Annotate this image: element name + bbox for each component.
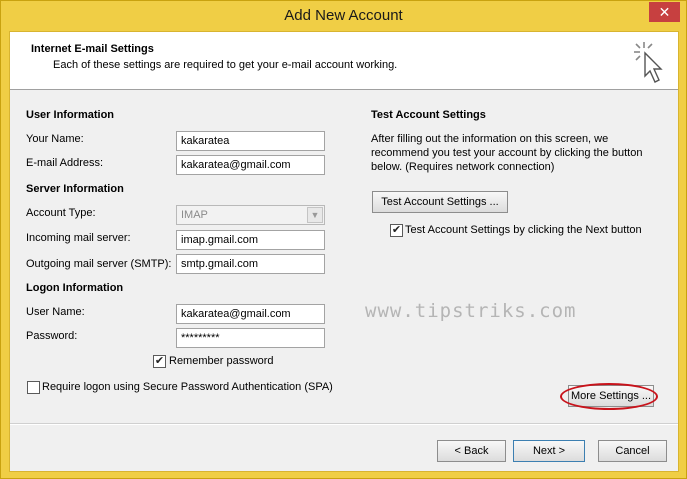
user-name-label: User Name: xyxy=(26,306,85,318)
test-account-settings-button[interactable]: Test Account Settings ... xyxy=(372,191,508,213)
header-title: Internet E-mail Settings xyxy=(31,43,154,55)
remember-password-label: Remember password xyxy=(169,355,274,367)
highlight-annotation xyxy=(560,383,658,410)
logon-info-heading: Logon Information xyxy=(26,282,124,294)
dialog-header: Internet E-mail Settings Each of these s… xyxy=(10,32,678,90)
cursor-click-icon xyxy=(634,42,663,83)
your-name-label: Your Name: xyxy=(26,133,84,145)
password-input[interactable]: ********* xyxy=(176,328,325,348)
incoming-server-input[interactable]: imap.gmail.com xyxy=(176,230,325,250)
chevron-down-icon: ▼ xyxy=(307,207,323,223)
auto-test-label: Test Account Settings by clicking the Ne… xyxy=(405,224,642,236)
account-type-label: Account Type: xyxy=(26,207,96,219)
add-new-account-window: Add New Account ✕ Internet E-mail Settin… xyxy=(0,0,687,479)
header-subtitle: Each of these settings are required to g… xyxy=(53,59,398,71)
test-settings-description: After filling out the information on thi… xyxy=(371,133,643,173)
email-address-input[interactable]: kakaratea@gmail.com xyxy=(176,155,325,175)
user-info-heading: User Information xyxy=(26,109,115,121)
footer-divider-highlight xyxy=(10,424,678,425)
password-label: Password: xyxy=(26,330,78,342)
test-settings-heading: Test Account Settings xyxy=(371,109,486,121)
spa-label: Require logon using Secure Password Auth… xyxy=(42,381,333,393)
user-name-input[interactable]: kakaratea@gmail.com xyxy=(176,304,325,324)
next-button[interactable]: Next > xyxy=(513,440,585,462)
outgoing-server-label: Outgoing mail server (SMTP): xyxy=(26,258,172,270)
email-address-label: E-mail Address: xyxy=(26,157,104,169)
account-type-select[interactable]: IMAP ▼ xyxy=(176,205,325,225)
server-info-heading: Server Information xyxy=(26,183,124,195)
your-name-input[interactable]: kakaratea xyxy=(176,131,325,151)
cancel-button[interactable]: Cancel xyxy=(598,440,667,462)
account-type-value: IMAP xyxy=(181,209,208,221)
remember-password-checkbox[interactable]: ✔ xyxy=(153,355,166,368)
watermark-text: www.tipstriks.com xyxy=(365,300,577,322)
spa-checkbox[interactable] xyxy=(27,381,40,394)
close-icon[interactable]: ✕ xyxy=(649,2,680,22)
title-bar[interactable]: Add New Account ✕ xyxy=(1,1,686,31)
incoming-server-label: Incoming mail server: xyxy=(26,232,131,244)
outgoing-server-input[interactable]: smtp.gmail.com xyxy=(176,254,325,274)
dialog-content: Internet E-mail Settings Each of these s… xyxy=(9,31,679,472)
window-title: Add New Account xyxy=(284,7,403,24)
auto-test-checkbox[interactable]: ✔ xyxy=(390,224,403,237)
back-button[interactable]: < Back xyxy=(437,440,506,462)
